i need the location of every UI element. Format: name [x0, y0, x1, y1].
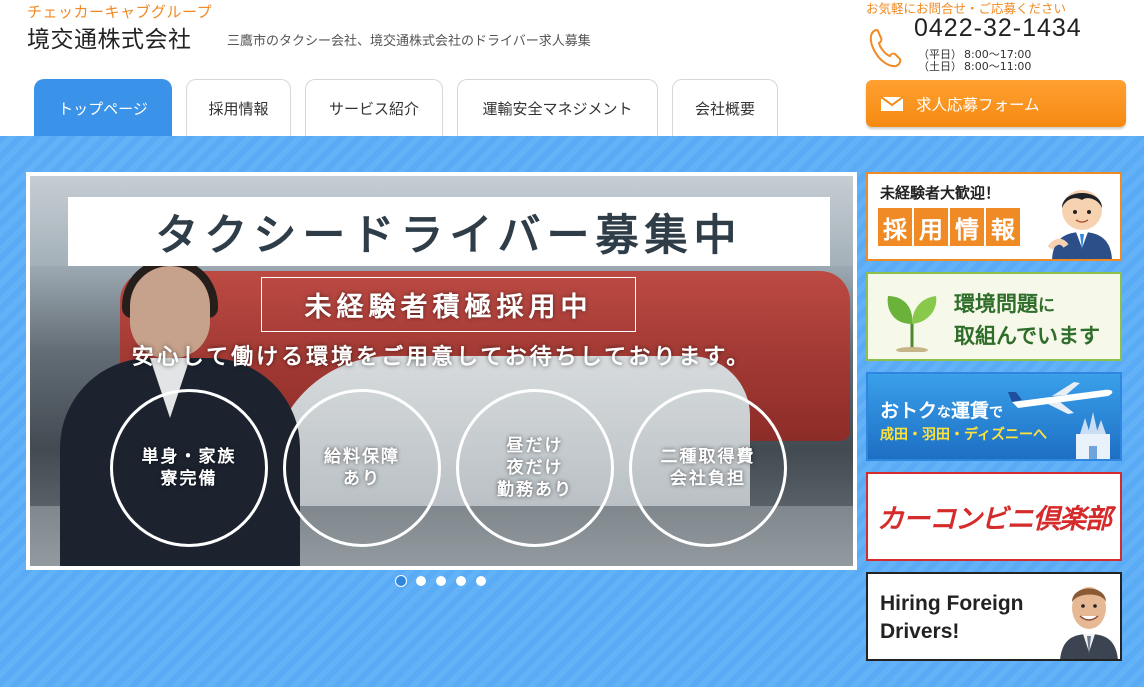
- business-hours: （平日） 8:00～17:00 （土日） 8:00～11:00: [918, 48, 1032, 73]
- tab-recruit[interactable]: 採用情報: [186, 79, 291, 136]
- mail-icon: [880, 95, 904, 111]
- slide-tagline: 安心して働ける環境をご用意してお待ちしております。: [131, 345, 752, 370]
- sprout-icon: [887, 296, 937, 352]
- fare-banner-line1: おトクな運賃で: [880, 400, 1004, 422]
- environment-banner-line1: 環境問題に: [954, 292, 1055, 316]
- businessman-icon: [1047, 190, 1112, 259]
- hero-slide: タクシードライバー募集中 未経験者積極採用中 安心して働ける環境をご用意してお待…: [30, 176, 853, 566]
- fare-banner[interactable]: おトクな運賃で 成田・羽田・ディズニーへ: [866, 372, 1122, 461]
- company-logo[interactable]: 境交通株式会社: [27, 20, 192, 54]
- feature-circle: 給料保障 あり: [283, 389, 441, 547]
- site-tagline: 三鷹市のタクシー会社、境交通株式会社のドライバー求人募集: [227, 34, 591, 49]
- slide-subheadline: 未経験者積極採用中: [304, 292, 593, 323]
- tab-services[interactable]: サービス紹介: [305, 79, 443, 136]
- slider-dot[interactable]: [476, 576, 486, 586]
- environment-banner[interactable]: 環境問題に 取組んでいます: [866, 272, 1122, 361]
- apply-form-label: 求人応募フォーム: [916, 95, 1040, 114]
- airplane-icon: [1008, 382, 1113, 414]
- feature-circle: 単身・家族 寮完備: [110, 389, 268, 547]
- apply-form-button[interactable]: 求人応募フォーム: [866, 80, 1126, 127]
- slide-subheadline-box: 未経験者積極採用中: [261, 277, 636, 332]
- smiling-man-icon: [1060, 587, 1118, 659]
- phone-number[interactable]: 0422-32-1434: [914, 14, 1082, 43]
- slider-pagination: [396, 576, 486, 586]
- recruit-banner-line2: 採 用 情 報: [878, 208, 1020, 246]
- group-name: チェッカーキャブグループ: [27, 3, 213, 21]
- car-combini-logo: カーコンビニ倶楽部: [877, 504, 1112, 535]
- slider-dot[interactable]: [456, 576, 466, 586]
- site-header: チェッカーキャブグループ 境交通株式会社 三鷹市のタクシー会社、境交通株式会社の…: [0, 0, 1144, 136]
- slide-headline-box: タクシードライバー募集中: [68, 197, 830, 266]
- feature-circle: 昼だけ 夜だけ 勤務あり: [456, 389, 614, 547]
- environment-banner-line2: 取組んでいます: [954, 324, 1100, 348]
- slider-dot[interactable]: [416, 576, 426, 586]
- tab-safety[interactable]: 運輸安全マネジメント: [457, 79, 658, 136]
- castle-icon: [1076, 412, 1110, 459]
- tab-top[interactable]: トップページ: [34, 79, 172, 136]
- foreign-drivers-banner[interactable]: Hiring Foreign Drivers!: [866, 572, 1122, 661]
- main-content: タクシードライバー募集中 未経験者積極採用中 安心して働ける環境をご用意してお待…: [0, 136, 1144, 687]
- recruit-banner[interactable]: 未経験者大歓迎！ 採 用 情 報: [866, 172, 1122, 261]
- feature-circle: 二種取得費 会社負担: [629, 389, 787, 547]
- phone-icon: [869, 28, 902, 68]
- tab-company[interactable]: 会社概要: [672, 79, 778, 136]
- car-combini-banner[interactable]: カーコンビニ倶楽部: [866, 472, 1122, 561]
- fare-banner-line2: 成田・羽田・ディズニーへ: [880, 427, 1048, 443]
- slider-dot[interactable]: [436, 576, 446, 586]
- recruit-banner-line1: 未経験者大歓迎！: [880, 184, 1001, 202]
- foreign-drivers-text: Hiring Foreign Drivers!: [880, 592, 1024, 643]
- hero-slider[interactable]: タクシードライバー募集中 未経験者積極採用中 安心して働ける環境をご用意してお待…: [26, 172, 857, 570]
- slider-dot[interactable]: [396, 576, 406, 586]
- slide-headline: タクシードライバー募集中: [155, 210, 743, 261]
- main-nav: トップページ 採用情報 サービス紹介 運輸安全マネジメント 会社概要: [0, 79, 860, 136]
